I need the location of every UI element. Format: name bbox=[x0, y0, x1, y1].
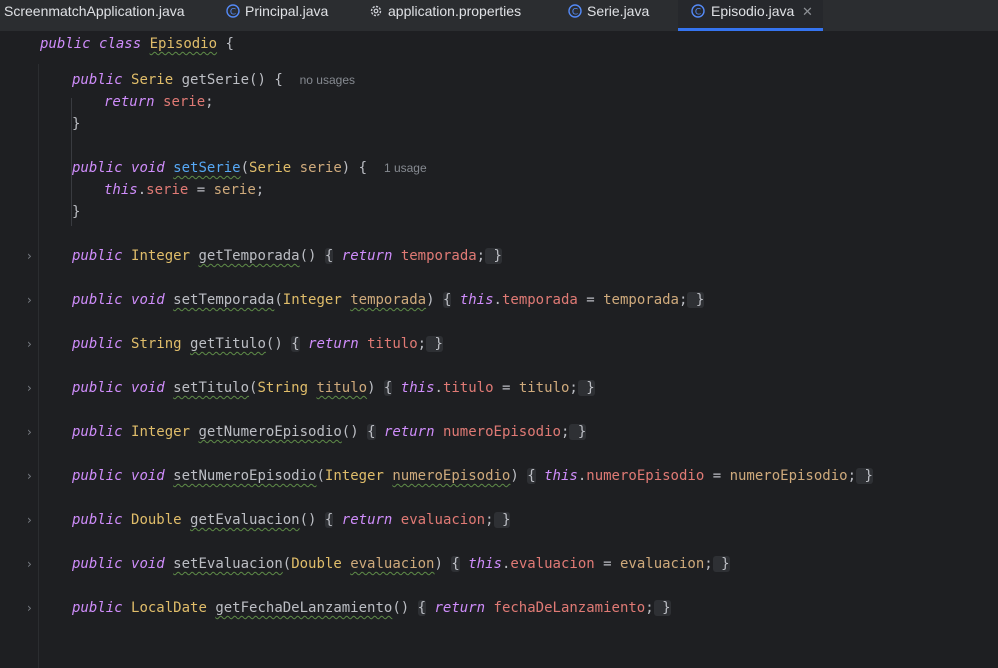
code-line-gettitulo: public String getTitulo() { return titul… bbox=[72, 336, 443, 352]
code-editor[interactable]: public class Episodio { public Serie get… bbox=[0, 32, 998, 668]
close-icon[interactable]: ✕ bbox=[802, 0, 813, 23]
code-line-setserie-close: } bbox=[72, 204, 81, 220]
svg-text:C: C bbox=[230, 8, 236, 18]
chevron-right-icon[interactable]: › bbox=[27, 426, 37, 438]
usage-hint[interactable]: no usages bbox=[300, 73, 355, 87]
class-icon: C bbox=[691, 4, 705, 18]
code-line-getserie: public Serie getSerie() { no usages bbox=[72, 72, 356, 88]
chevron-right-icon[interactable]: › bbox=[27, 382, 37, 394]
code-line-gettemporada: public Integer getTemporada() { return t… bbox=[72, 248, 502, 264]
code-line-getserie-close: } bbox=[72, 116, 81, 132]
code-line-getfechadelanzamiento: public LocalDate getFechaDeLanzamiento()… bbox=[72, 600, 671, 616]
tab-screenmatchapplication[interactable]: ScreenmatchApplication.java bbox=[4, 0, 194, 31]
code-line-setserie: public void setSerie(Serie serie) { 1 us… bbox=[72, 160, 427, 176]
code-line-setevaluacion: public void setEvaluacion(Double evaluac… bbox=[72, 556, 730, 572]
usage-hint[interactable]: 1 usage bbox=[384, 161, 427, 175]
chevron-right-icon[interactable]: › bbox=[27, 514, 37, 526]
code-line-getserie-body: return serie; bbox=[104, 94, 214, 110]
class-icon: C bbox=[226, 4, 240, 18]
chevron-right-icon[interactable]: › bbox=[27, 338, 37, 350]
gear-icon bbox=[370, 5, 382, 17]
code-line-class-declaration: public class Episodio { bbox=[40, 36, 234, 52]
editor-gutter bbox=[0, 64, 39, 668]
code-line-getnumeroepisodio: public Integer getNumeroEpisodio() { ret… bbox=[72, 424, 587, 440]
editor-tab-bar: ScreenmatchApplication.java C Principal.… bbox=[0, 0, 998, 32]
svg-text:C: C bbox=[695, 8, 701, 18]
active-tab-indicator bbox=[678, 28, 823, 31]
code-line-setnumeroepisodio: public void setNumeroEpisodio(Integer nu… bbox=[72, 468, 873, 484]
code-line-setserie-body: this.serie = serie; bbox=[104, 182, 265, 198]
chevron-right-icon[interactable]: › bbox=[27, 294, 37, 306]
code-line-getevaluacion: public Double getEvaluacion() { return e… bbox=[72, 512, 511, 528]
chevron-right-icon[interactable]: › bbox=[27, 602, 37, 614]
tab-application-properties[interactable]: application.properties bbox=[369, 0, 544, 31]
chevron-right-icon[interactable]: › bbox=[27, 558, 37, 570]
chevron-right-icon[interactable]: › bbox=[27, 250, 37, 262]
tab-label: ScreenmatchApplication.java bbox=[4, 3, 185, 19]
class-icon: C bbox=[568, 4, 582, 18]
tab-principal[interactable]: C Principal.java bbox=[226, 0, 346, 31]
code-line-settitulo: public void setTitulo(String titulo) { t… bbox=[72, 380, 595, 396]
code-line-settemporada: public void setTemporada(Integer tempora… bbox=[72, 292, 705, 308]
tab-label: Episodio.java bbox=[711, 3, 795, 19]
tab-serie[interactable]: C Serie.java bbox=[568, 0, 668, 31]
tab-label: application.properties bbox=[388, 3, 522, 19]
tab-episodio[interactable]: C Episodio.java ✕ bbox=[678, 0, 823, 31]
svg-text:C: C bbox=[572, 8, 578, 18]
tab-label: Serie.java bbox=[587, 3, 650, 19]
chevron-right-icon[interactable]: › bbox=[27, 470, 37, 482]
tab-label: Principal.java bbox=[245, 3, 329, 19]
